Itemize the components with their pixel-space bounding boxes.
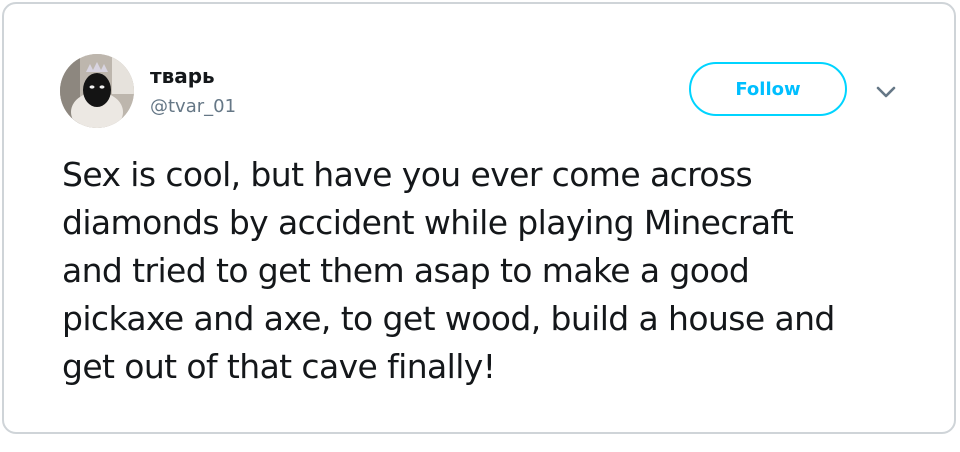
follow-button[interactable]: Follow — [689, 62, 847, 116]
display-name[interactable]: тварь — [150, 64, 215, 88]
tweet-text: Sex is cool, but have you ever come acro… — [62, 155, 835, 386]
user-handle[interactable]: @tvar_01 — [150, 96, 236, 118]
avatar[interactable] — [60, 54, 134, 128]
chevron-down-icon[interactable] — [872, 78, 900, 106]
